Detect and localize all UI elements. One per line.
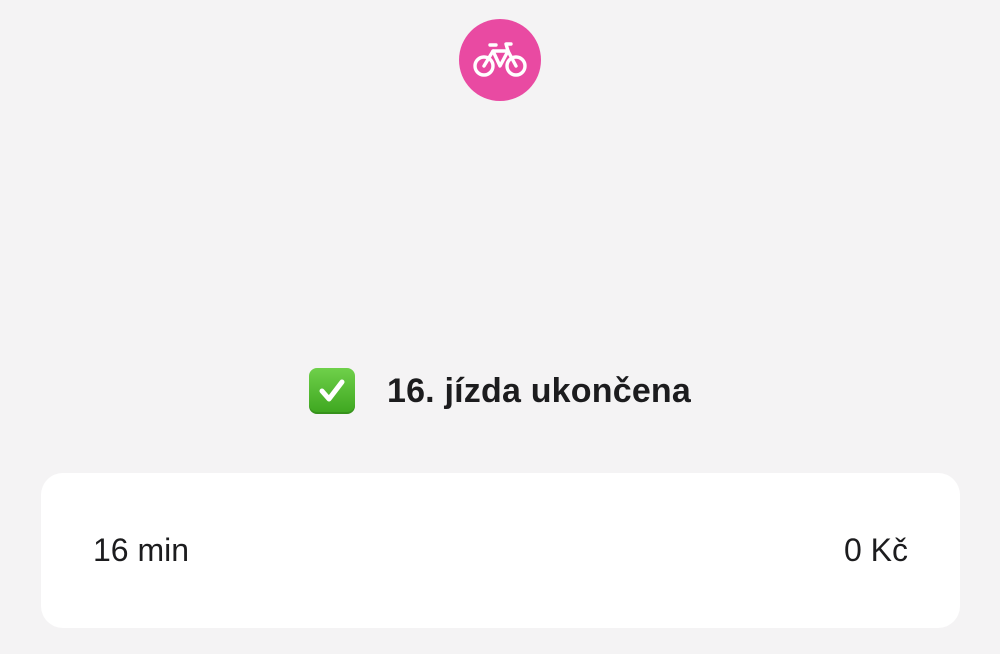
ride-status-heading: 16. jízda ukončena [0, 362, 1000, 420]
ride-duration: 16 min [93, 532, 190, 568]
app-logo [459, 19, 541, 101]
check-mark-icon [308, 368, 355, 414]
ride-finished-screen: 16. jízda ukončena 16 min 0 Kč [0, 0, 1000, 654]
ride-price: 0 Kč [843, 532, 908, 568]
bicycle-icon [473, 42, 527, 77]
ride-summary-card: 16 min 0 Kč [41, 473, 960, 628]
ride-status-text: 16. jízda ukončena [386, 371, 692, 410]
